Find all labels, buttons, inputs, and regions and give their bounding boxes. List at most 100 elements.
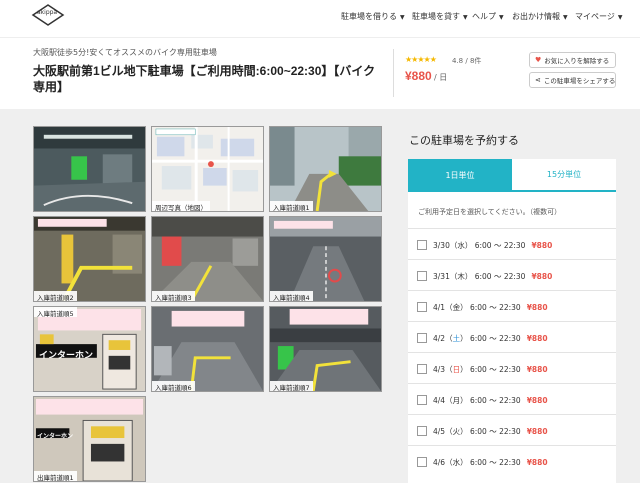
photo-thumbnail[interactable]: インターホン 入庫前道順5 xyxy=(33,306,146,392)
photo-thumbnail[interactable]: 入庫前道順3 xyxy=(151,216,264,302)
date-checkbox[interactable] xyxy=(417,271,427,281)
row-time: 6:00 ～ 22:30 xyxy=(469,334,521,343)
page-title: 大阪駅前第1ビル地下駐車場【ご利用時間:6:00~22:30】【バイク専用】 xyxy=(33,64,376,94)
date-row[interactable]: 4/4（月） 6:00 ～ 22:30 ¥880 xyxy=(408,383,616,414)
map-image xyxy=(152,127,263,211)
date-row[interactable]: 4/2（土） 6:00 ～ 22:30 ¥880 xyxy=(408,321,616,352)
date-row[interactable]: 4/1（金） 6:00 ～ 22:30 ¥880 xyxy=(408,290,616,321)
row-weekday: 金 xyxy=(452,303,461,312)
row-weekday: 火 xyxy=(452,427,461,436)
row-date: 4/3 xyxy=(433,365,446,374)
row-time: 6:00 ～ 22:30 xyxy=(474,272,526,281)
date-row-text: 4/5（火） 6:00 ～ 22:30 ¥880 xyxy=(433,427,548,436)
date-row[interactable]: 4/5（火） 6:00 ～ 22:30 ¥880 xyxy=(408,414,616,445)
date-checkbox[interactable] xyxy=(417,333,427,343)
photo-thumbnail[interactable]: インターホン 出庫前道順1 xyxy=(33,396,146,482)
nav-label: 駐車場を貸す xyxy=(412,12,460,21)
chevron-down-icon: ▼ xyxy=(563,14,568,21)
share-button[interactable]: ⋖ この駐車場をシェアする xyxy=(529,72,616,88)
intercom-small-label: インターホン xyxy=(37,433,74,440)
row-weekday: 水 xyxy=(457,241,465,250)
entrance-image xyxy=(34,217,145,301)
date-checkbox[interactable] xyxy=(417,426,427,436)
row-date: 4/2 xyxy=(433,334,446,343)
nav-lend-parking[interactable]: 駐車場を貸す ▼ xyxy=(412,11,468,22)
chevron-down-icon: ▼ xyxy=(499,14,504,21)
reservation-tabs: 1日単位 15分単位 xyxy=(408,159,616,192)
nav-outing-info[interactable]: お出かけ情報 ▼ xyxy=(512,11,568,22)
favorite-button[interactable]: ♥ お気に入りを解除する xyxy=(529,52,616,68)
ramp-image xyxy=(152,217,263,301)
parking-area-image xyxy=(270,307,381,391)
row-date: 3/30 xyxy=(433,241,450,250)
chevron-down-icon: ▼ xyxy=(617,14,623,21)
date-row[interactable]: 4/3（日） 6:00 ～ 22:30 ¥880 xyxy=(408,352,616,383)
date-list: ご利用予定日を選択してください。（複数可） 3/30（水） 6:00 ～ 22:… xyxy=(408,192,616,483)
row-price: ¥880 xyxy=(526,427,548,436)
row-date: 3/31 xyxy=(433,272,450,281)
row-weekday: 土 xyxy=(452,334,461,343)
date-row-text: 3/30（水） 6:00 ～ 22:30 ¥880 xyxy=(433,241,553,250)
chevron-down-icon: ▼ xyxy=(400,14,405,21)
date-checkbox[interactable] xyxy=(417,457,427,467)
date-checkbox[interactable] xyxy=(417,364,427,374)
share-icon: ⋖ xyxy=(535,76,541,84)
rating-text[interactable]: 4.8 / 8件 xyxy=(452,56,481,66)
row-weekday: 月 xyxy=(452,396,461,405)
row-price: ¥880 xyxy=(526,334,548,343)
photo-thumbnail[interactable]: 入庫前道順4 xyxy=(269,216,382,302)
row-weekday: 木 xyxy=(457,272,465,281)
nav-label: ヘルプ xyxy=(472,12,496,21)
row-price: ¥880 xyxy=(531,241,553,250)
photo-caption: 出庫前道順1 xyxy=(34,471,77,481)
nav-my-page[interactable]: マイページ ▼ xyxy=(575,11,622,22)
tab-daily[interactable]: 1日単位 xyxy=(408,159,512,192)
row-time: 6:00 ～ 22:30 xyxy=(469,365,521,374)
share-label: この駐車場をシェアする xyxy=(543,77,616,85)
row-date: 4/4 xyxy=(433,396,446,405)
intercom-label: インターホン xyxy=(39,351,94,361)
date-checkbox[interactable] xyxy=(417,302,427,312)
photo-thumbnail[interactable]: 入庫前道順1 xyxy=(269,126,382,212)
nav-label: お出かけ情報 xyxy=(512,12,560,21)
photo-thumbnail[interactable]: 入庫前道順7 xyxy=(269,306,382,392)
photo-thumbnail[interactable]: 入庫前道順6 xyxy=(151,306,264,392)
date-checkbox[interactable] xyxy=(417,240,427,250)
row-price: ¥880 xyxy=(526,458,548,467)
row-time: 6:00 ～ 22:30 xyxy=(474,241,526,250)
date-row-text: 4/2（土） 6:00 ～ 22:30 ¥880 xyxy=(433,334,548,343)
street-image xyxy=(270,127,381,211)
favorite-label: お気に入りを解除する xyxy=(544,57,610,65)
photo-caption: 入庫前道順3 xyxy=(152,291,195,301)
parking-garage-image xyxy=(34,127,145,211)
date-row[interactable]: 4/6（水） 6:00 ～ 22:30 ¥880 xyxy=(408,445,616,476)
nav-rent-parking[interactable]: 駐車場を借りる ▼ xyxy=(341,11,405,22)
parking-header: 大阪駅徒歩5分!安くてオススメのバイク専用駐車場 大阪駅前第1ビル地下駐車場【ご… xyxy=(0,39,640,109)
chevron-down-icon: ▼ xyxy=(463,14,468,21)
photo-thumbnail[interactable]: 入庫前道順2 xyxy=(33,216,146,302)
page-subtitle: 大阪駅徒歩5分!安くてオススメのバイク専用駐車場 xyxy=(33,48,217,57)
photo-caption: 入庫前道順5 xyxy=(34,307,77,318)
photo-caption: 入庫前道順4 xyxy=(270,291,313,301)
date-checkbox[interactable] xyxy=(417,395,427,405)
exit-lane-image xyxy=(152,307,263,391)
price-unit: / 日 xyxy=(434,73,448,82)
date-row[interactable]: 3/30（水） 6:00 ～ 22:30 ¥880 xyxy=(408,228,616,259)
row-price: ¥880 xyxy=(526,365,548,374)
photo-thumbnail[interactable]: 周辺写真（地図） xyxy=(151,126,264,212)
photo-caption: 入庫前道順7 xyxy=(270,381,313,391)
photo-caption: 入庫前道順1 xyxy=(270,201,313,211)
row-price: ¥880 xyxy=(526,303,548,312)
nav-label: 駐車場を借りる xyxy=(341,12,397,21)
date-row-text: 4/3（日） 6:00 ～ 22:30 ¥880 xyxy=(433,365,548,374)
row-weekday: 水 xyxy=(452,458,461,467)
date-row[interactable]: 3/31（木） 6:00 ～ 22:30 ¥880 xyxy=(408,259,616,290)
photo-thumbnail[interactable] xyxy=(33,126,146,212)
date-row-text: 4/1（金） 6:00 ～ 22:30 ¥880 xyxy=(433,303,548,312)
nav-help[interactable]: ヘルプ ▼ xyxy=(472,11,504,22)
row-price: ¥880 xyxy=(531,272,553,281)
row-time: 6:00 ～ 22:30 xyxy=(469,458,521,467)
row-price: ¥880 xyxy=(526,396,548,405)
tab-15min[interactable]: 15分単位 xyxy=(512,159,616,192)
top-navigation: akippa 駐車場を借りる ▼ 駐車場を貸す ▼ ヘルプ ▼ お出かけ情報 ▼ マイペ… xyxy=(0,0,640,38)
